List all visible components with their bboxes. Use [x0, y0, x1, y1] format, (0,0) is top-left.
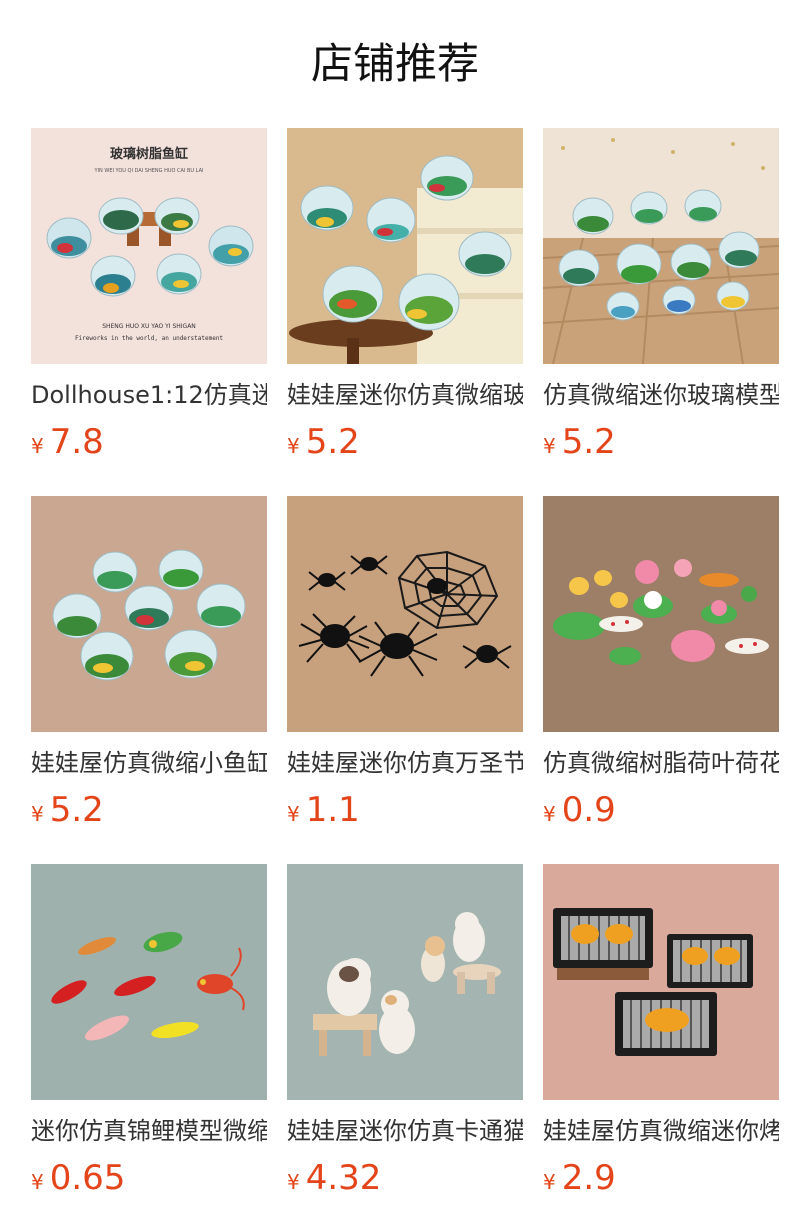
product-image[interactable]	[543, 128, 779, 364]
price-value: 5.2	[305, 422, 360, 462]
price-value: 0.65	[49, 1158, 126, 1198]
product-name[interactable]: 仿真微缩树脂荷叶荷花摆件	[543, 748, 779, 778]
product-price: ¥1.1	[287, 790, 523, 830]
price-value: 1.1	[305, 790, 360, 830]
currency-symbol: ¥	[31, 434, 44, 458]
currency-symbol: ¥	[287, 1170, 300, 1194]
overlay-footer2: Fireworks in the world, an understatemen…	[75, 335, 223, 342]
product-price: ¥0.65	[31, 1158, 267, 1198]
product-image[interactable]	[287, 864, 523, 1100]
overlay-subtitle: YIN WEI YOU QI DAI SHENG HUO CAI BU LAI	[94, 168, 204, 174]
product-image[interactable]: 玻璃树脂鱼缸 YIN WEI YOU QI DAI SHENG HUO CAI …	[31, 128, 267, 364]
product-price: ¥5.2	[287, 422, 523, 462]
product-price: ¥5.2	[543, 422, 779, 462]
product-image[interactable]	[543, 496, 779, 732]
product-image[interactable]	[31, 496, 267, 732]
currency-symbol: ¥	[543, 434, 556, 458]
spider-web-icon	[287, 496, 523, 732]
overlay-title: 玻璃树脂鱼缸	[110, 146, 188, 162]
product-card[interactable]: 仿真微缩迷你玻璃模型鱼缸 ¥5.2	[543, 128, 779, 496]
fishbowl-floor-icon	[543, 128, 779, 364]
fishbowl-shelf-icon	[287, 128, 523, 364]
product-price: ¥5.2	[31, 790, 267, 830]
currency-symbol: ¥	[287, 434, 300, 458]
product-price: ¥7.8	[31, 422, 267, 462]
currency-symbol: ¥	[287, 802, 300, 826]
product-grid: 玻璃树脂鱼缸 YIN WEI YOU QI DAI SHENG HUO CAI …	[31, 128, 779, 1232]
fishbowl-glass-icon: 玻璃树脂鱼缸 YIN WEI YOU QI DAI SHENG HUO CAI …	[31, 128, 267, 364]
page-title: 店铺推荐	[310, 39, 479, 88]
overlay-footer1: SHENG HUO XU YAO YI SHIGAN	[102, 323, 196, 330]
price-value: 2.9	[561, 1158, 616, 1198]
product-image[interactable]	[287, 128, 523, 364]
product-card[interactable]: 玻璃树脂鱼缸 YIN WEI YOU QI DAI SHENG HUO CAI …	[31, 128, 267, 496]
currency-symbol: ¥	[31, 1170, 44, 1194]
product-card[interactable]: 娃娃屋迷你仿真卡通猫咪 ¥4.32	[287, 864, 523, 1232]
product-image[interactable]	[287, 496, 523, 732]
currency-symbol: ¥	[543, 1170, 556, 1194]
product-price: ¥0.9	[543, 790, 779, 830]
product-card[interactable]: 娃娃屋仿真微缩迷你烤鱼 ¥2.9	[543, 864, 779, 1232]
cat-figurines-icon	[287, 864, 523, 1100]
product-card[interactable]: 迷你仿真锦鲤模型微缩摆件 ¥0.65	[31, 864, 267, 1232]
product-name[interactable]: 娃娃屋仿真微缩小鱼缸	[31, 748, 267, 778]
product-name[interactable]: 娃娃屋迷你仿真万圣节蜘蛛	[287, 748, 523, 778]
product-name[interactable]: 娃娃屋迷你仿真卡通猫咪	[287, 1116, 523, 1146]
price-value: 5.2	[49, 790, 104, 830]
product-name[interactable]: Dollhouse1:12仿真迷你玻璃树脂鱼缸	[31, 380, 267, 410]
currency-symbol: ¥	[543, 802, 556, 826]
product-name[interactable]: 娃娃屋仿真微缩迷你烤鱼	[543, 1116, 779, 1146]
koi-fish-icon	[31, 864, 267, 1100]
currency-symbol: ¥	[31, 802, 44, 826]
product-image[interactable]	[31, 864, 267, 1100]
price-value: 4.32	[305, 1158, 382, 1198]
product-card[interactable]: 仿真微缩树脂荷叶荷花摆件 ¥0.9	[543, 496, 779, 864]
product-card[interactable]: 娃娃屋仿真微缩小鱼缸 ¥5.2	[31, 496, 267, 864]
product-price: ¥2.9	[543, 1158, 779, 1198]
lotus-pond-icon	[543, 496, 779, 732]
fishbowl-circle-icon	[31, 496, 267, 732]
product-card[interactable]: 娃娃屋迷你仿真万圣节蜘蛛 ¥1.1	[287, 496, 523, 864]
product-card[interactable]: 娃娃屋迷你仿真微缩玻璃鱼缸 ¥5.2	[287, 128, 523, 496]
recommend-page: 店铺推荐 玻璃树脂鱼缸 YIN WEI YOU QI DAI SHENG HUO…	[0, 0, 790, 1232]
price-value: 5.2	[561, 422, 616, 462]
product-image[interactable]	[543, 864, 779, 1100]
product-name[interactable]: 娃娃屋迷你仿真微缩玻璃鱼缸	[287, 380, 523, 410]
product-price: ¥4.32	[287, 1158, 523, 1198]
grilled-fish-tray-icon	[543, 864, 779, 1100]
product-name[interactable]: 迷你仿真锦鲤模型微缩摆件	[31, 1116, 267, 1146]
price-value: 7.8	[49, 422, 104, 462]
price-value: 0.9	[561, 790, 616, 830]
product-name[interactable]: 仿真微缩迷你玻璃模型鱼缸	[543, 380, 779, 410]
